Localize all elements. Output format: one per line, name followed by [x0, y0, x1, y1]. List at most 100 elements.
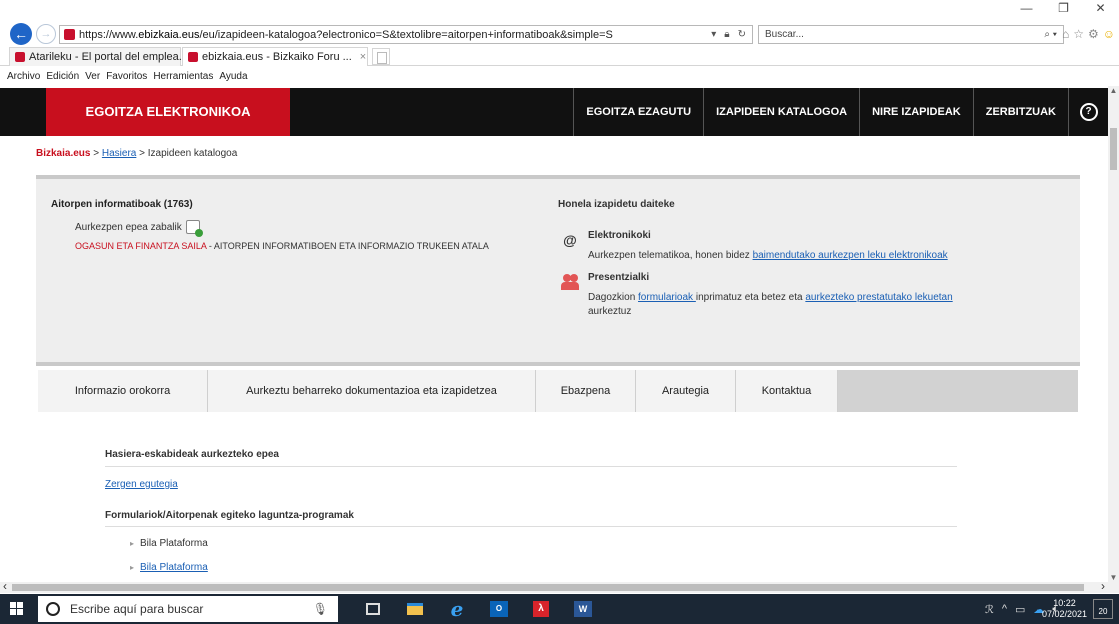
menu-herramientas[interactable]: Herramientas	[153, 71, 213, 82]
browser-tab-active[interactable]: ebizkaia.eus - Bizkaiko Foru ... ×	[182, 47, 368, 66]
scroll-thumb[interactable]	[12, 584, 1084, 591]
toolbar-icons: ⌂ ☆ ⚙ ☺	[1062, 27, 1115, 41]
file-explorer-button[interactable]	[394, 594, 436, 624]
internet-explorer-button[interactable]: e	[436, 594, 478, 624]
windows-start-icon[interactable]	[10, 602, 24, 616]
scroll-down-icon[interactable]: ▼	[1108, 573, 1119, 582]
forms-link[interactable]: formularioak	[638, 292, 696, 303]
back-button[interactable]: ←	[10, 23, 32, 45]
notifications-button[interactable]: 20	[1093, 599, 1113, 619]
browser-tab[interactable]: Atarileku - El portal del emplea...	[9, 47, 188, 66]
word-icon: W	[574, 601, 592, 617]
menu-edicion[interactable]: Edición	[46, 71, 79, 82]
section-heading: Hasiera-eskabideak aurkezteko epea	[105, 449, 279, 460]
electronic-points-link[interactable]: baimendutako aurkezpen leku elektronikoa…	[753, 250, 948, 261]
nav-egoitza-ezagutu[interactable]: EGOITZA EZAGUTU	[573, 88, 703, 136]
tab-informazio-orokorra[interactable]: Informazio orokorra	[38, 370, 208, 412]
address-row: ← → https://www.ebizkaia.eus/eu/izapidee…	[0, 18, 1119, 46]
internet-explorer-icon: e	[450, 597, 464, 621]
scroll-right-icon[interactable]: ›	[1101, 579, 1105, 593]
favorites-star-icon[interactable]: ☆	[1073, 27, 1084, 41]
home-icon[interactable]: ⌂	[1062, 27, 1069, 41]
acrobat-button[interactable]: λ	[520, 594, 562, 624]
method-electronic-desc: Aurkezpen telematikoa, honen bidez baime…	[588, 250, 948, 261]
new-tab-button[interactable]	[372, 48, 390, 65]
tax-calendar-link[interactable]: Zergen egutegia	[105, 479, 178, 490]
tab-ebazpena[interactable]: Ebazpena	[536, 370, 636, 412]
nav-nire-izapideak[interactable]: NIRE IZAPIDEAK	[859, 88, 973, 136]
method-in-person: Presentzialki Dagozkion formularioak inp…	[558, 272, 1062, 319]
scroll-up-icon[interactable]: ▲	[1108, 86, 1119, 95]
tab-favicon-icon	[188, 52, 198, 62]
outlook-icon: O	[490, 601, 508, 617]
lock-icon[interactable]: 🔒︎	[724, 29, 729, 40]
dropdown-icon[interactable]: ▾	[711, 29, 716, 40]
chevron-up-icon[interactable]: ^	[1002, 603, 1007, 615]
taskbar-clock[interactable]: 10:22 07/02/2021	[1042, 598, 1087, 620]
taskbar-search-input[interactable]: Escribe aquí para buscar 🎙︎	[38, 596, 338, 622]
list-item: ▸ Bila Plataforma	[130, 538, 208, 549]
chevron-right-icon: ▸	[130, 539, 135, 548]
breadcrumb-separator: >	[136, 148, 148, 159]
windows-taskbar: Escribe aquí para buscar 🎙︎ e O λ W ℛ ^ …	[0, 594, 1119, 624]
nav-izapideen-katalogoa[interactable]: IZAPIDEEN KATALOGOA	[703, 88, 859, 136]
section-heading: Formulariok/Aitorpenak egiteko laguntza-…	[105, 510, 354, 521]
scroll-left-icon[interactable]: ‹	[3, 579, 7, 593]
outlook-button[interactable]: O	[478, 594, 520, 624]
tab-arautegia[interactable]: Arautegia	[636, 370, 736, 412]
address-bar[interactable]: https://www.ebizkaia.eus/eu/izapideen-ka…	[59, 25, 753, 44]
search-icon[interactable]: ⌕ ▾	[1044, 29, 1057, 40]
cortana-icon	[46, 602, 60, 616]
horizontal-scrollbar[interactable]: ‹ ›	[0, 579, 1119, 593]
word-button[interactable]: W	[562, 594, 604, 624]
site-favicon-icon	[64, 29, 75, 40]
department: OGASUN ETA FINANTZA SAILA - AITORPEN INF…	[75, 241, 489, 251]
menu-favoritos[interactable]: Favoritos	[106, 71, 147, 82]
forward-button[interactable]: →	[36, 24, 56, 44]
microphone-icon[interactable]: 🎙︎	[313, 602, 328, 616]
browser-search-input[interactable]: Buscar... ⌕ ▾	[758, 25, 1064, 44]
menu-ayuda[interactable]: Ayuda	[219, 71, 247, 82]
network-icon[interactable]: ▭	[1015, 603, 1025, 616]
method-electronic: @ Elektronikoki Aurkezpen telematikoa, h…	[558, 230, 1062, 263]
address-tools: ▾ 🔒︎ ↻	[711, 29, 752, 40]
help-button[interactable]: ?	[1068, 88, 1108, 136]
tab-label: ebizkaia.eus - Bizkaiko Foru ...	[202, 51, 352, 63]
clock-date: 07/02/2021	[1041, 609, 1087, 619]
refresh-icon[interactable]: ↻	[738, 29, 746, 40]
people-icon[interactable]: ℛ	[985, 603, 994, 616]
breadcrumb-hasiera-link[interactable]: Hasiera	[102, 148, 136, 159]
bila-plataforma-link[interactable]: Bila Plataforma	[140, 562, 208, 573]
top-navigation: EGOITZA EZAGUTU IZAPIDEEN KATALOGOA NIRE…	[573, 88, 1108, 136]
department-section: - AITORPEN INFORMATIBOEN ETA INFORMAZIO …	[206, 241, 489, 251]
menu-archivo[interactable]: Archivo	[7, 71, 40, 82]
scroll-thumb[interactable]	[1110, 128, 1117, 170]
department-name: OGASUN ETA FINANTZA SAILA	[75, 241, 207, 251]
tab-dokumentazioa[interactable]: Aurkeztu beharreko dokumentazioa eta iza…	[208, 370, 536, 412]
smiley-feedback-icon[interactable]: ☺	[1103, 27, 1115, 41]
menu-bar: Archivo Edición Ver Favoritos Herramient…	[0, 67, 1119, 85]
tab-kontaktua[interactable]: Kontaktua	[736, 370, 838, 412]
settings-gear-icon[interactable]: ⚙	[1088, 27, 1099, 41]
method-in-person-desc: Dagozkion formularioak inprimatuz eta be…	[588, 292, 953, 317]
close-tab-icon[interactable]: ×	[360, 51, 366, 63]
content-tabs: Informazio orokorra Aurkeztu beharreko d…	[38, 370, 1078, 412]
vertical-scrollbar[interactable]: ▲ ▼	[1108, 86, 1119, 582]
close-window-button[interactable]: ✕	[1082, 0, 1119, 16]
clock-time: 10:22	[1053, 598, 1076, 608]
menu-ver[interactable]: Ver	[85, 71, 100, 82]
restore-button[interactable]: ❐	[1045, 0, 1082, 16]
people-icon	[558, 272, 582, 292]
page-viewport: EGOITZA ELEKTRONIKOA EGOITZA EZAGUTU IZA…	[0, 86, 1108, 582]
breadcrumb-home[interactable]: Bizkaia.eus	[36, 148, 90, 159]
nav-zerbitzuak[interactable]: ZERBITZUAK	[972, 88, 1068, 136]
minimize-button[interactable]: —	[1008, 0, 1045, 16]
offices-link[interactable]: aurkezteko prestatutako lekuetan	[805, 292, 952, 303]
list-item[interactable]: ▸ Bila Plataforma	[130, 562, 208, 573]
browser-chrome: — ❐ ✕ ← → https://www.ebizkaia.eus/eu/iz…	[0, 0, 1119, 86]
breadcrumb-current: Izapideen katalogoa	[147, 148, 238, 159]
task-view-button[interactable]	[352, 594, 394, 624]
section-divider	[105, 466, 957, 467]
notification-count: 20	[1098, 607, 1108, 616]
site-brand[interactable]: EGOITZA ELEKTRONIKOA	[46, 88, 290, 136]
